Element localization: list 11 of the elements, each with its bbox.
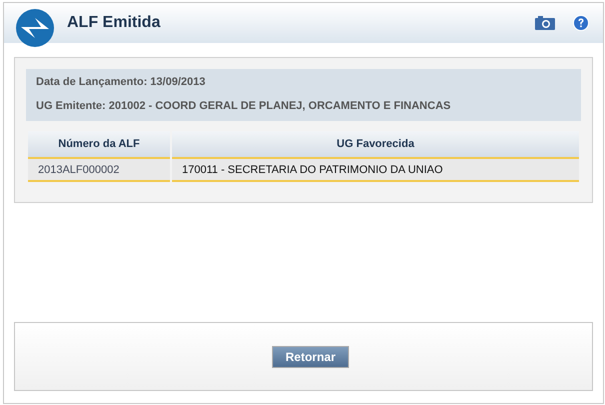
column-header: Número da ALF <box>28 131 170 159</box>
return-button[interactable]: Retornar <box>272 346 348 368</box>
info-text: Data de Lançamento: 13/09/2013 <box>36 75 206 89</box>
info-text: UG Emitente: 201002 - COORD GERAL DE PLANEJ, ORCAMENTO E FINANCAS <box>36 99 452 113</box>
camera-icon[interactable] <box>535 16 555 30</box>
table-cell: 170011 - SECRETARIA DO PATRIMONIO DA UNIAO <box>172 159 579 182</box>
logo-icon <box>15 8 55 48</box>
window-title: ALF Emitida <box>67 14 160 32</box>
table-cell: 2013ALF000002 <box>28 159 170 182</box>
column-header: UG Favorecida <box>172 131 579 159</box>
help-icon[interactable] <box>573 15 589 31</box>
